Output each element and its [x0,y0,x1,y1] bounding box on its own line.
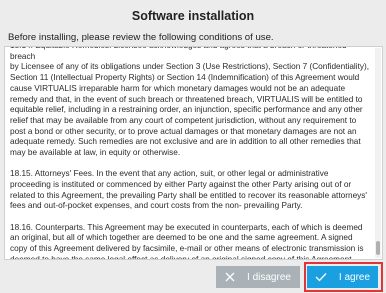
eula-text: 18.14. Equitable Remedies. Licensee ackn… [10,47,370,260]
disagree-button[interactable]: I disagree [216,266,300,288]
close-icon [225,272,235,282]
agree-label: I agree [338,271,371,283]
eula-text-area[interactable]: 18.14. Equitable Remedies. Licensee ackn… [4,46,383,260]
disagree-label: I disagree [247,271,291,283]
eula-paragraph: by Licensee of any of its obligations un… [10,62,370,158]
dialog-subtitle: Before installing, please review the fol… [8,32,274,43]
dialog-title: Software installation [131,9,255,23]
eula-paragraph: 18.15. Attorneys' Fees. In the event tha… [10,169,367,211]
eula-fragment: 18.14. Equitable Remedies. Licensee ackn… [10,47,347,61]
agree-button[interactable]: I agree [307,266,378,288]
eula-paragraph: 18.16. Counterparts. This Agreement may … [10,222,364,260]
installation-dialog: Software installation Before installing,… [0,0,386,293]
checkmark-icon [315,272,327,282]
vertical-scrollbar[interactable] [375,48,381,258]
scrollbar-thumb[interactable] [376,241,380,255]
